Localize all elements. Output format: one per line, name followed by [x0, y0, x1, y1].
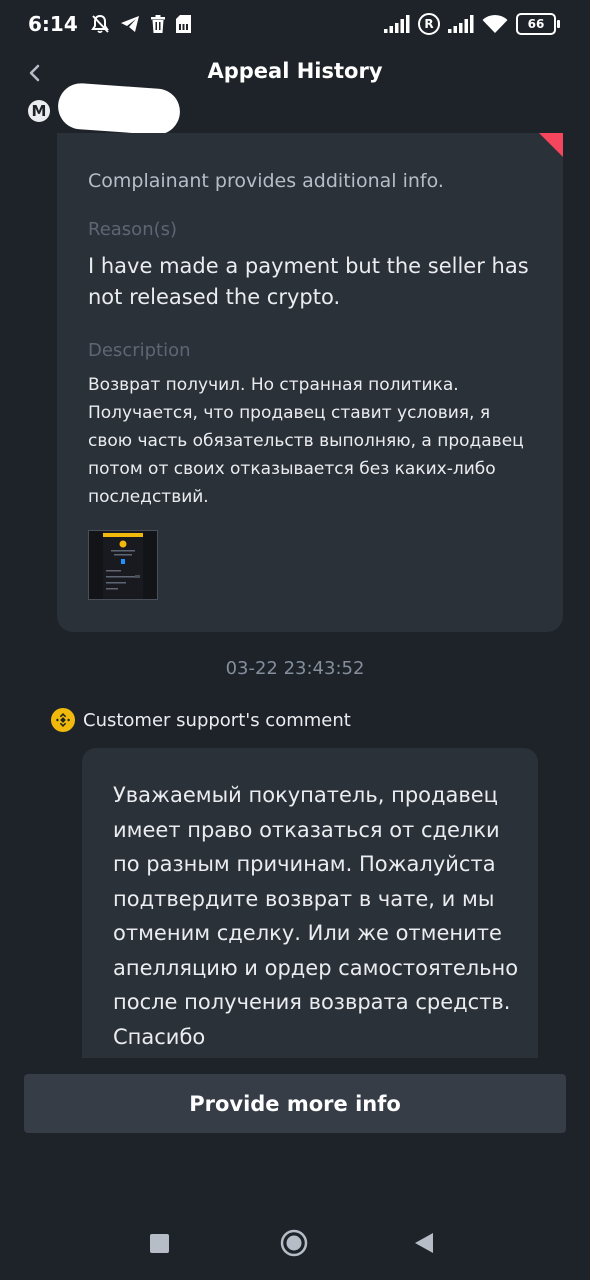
avatar: M	[28, 100, 50, 122]
status-right-icons: R 66	[384, 13, 560, 35]
sd-card-icon	[176, 15, 191, 33]
battery-icon: 66	[516, 13, 560, 35]
binance-logo-icon	[51, 708, 75, 732]
support-comment-bubble: Уважаемый покупатель, продавец имеет пра…	[82, 748, 538, 1058]
trash-icon	[151, 15, 165, 33]
support-label-row: Customer support's comment	[51, 708, 351, 732]
telegram-icon	[121, 16, 139, 32]
redacted-name	[56, 81, 182, 137]
support-comment-text: Уважаемый покупатель, продавец имеет пра…	[113, 783, 519, 1049]
support-comment-label: Customer support's comment	[83, 709, 351, 731]
status-time: 6:14	[28, 12, 78, 36]
system-nav-bar	[0, 1210, 590, 1280]
attachment-thumbnail[interactable]	[88, 530, 158, 600]
status-bar: 6:14 R 66	[0, 0, 590, 50]
signal-icon	[448, 15, 474, 33]
home-circle-icon	[280, 1229, 308, 1257]
complaint-card: Complainant provides additional info. Re…	[57, 133, 563, 632]
nav-back-button[interactable]	[414, 1232, 434, 1258]
timestamp: 03-22 23:43:52	[225, 658, 365, 679]
complaint-heading: Complainant provides additional info.	[88, 170, 444, 192]
wifi-icon	[482, 14, 508, 33]
back-triangle-icon	[415, 1233, 433, 1253]
provide-more-info-button[interactable]: Provide more info	[24, 1074, 566, 1133]
description-label: Description	[88, 340, 191, 361]
recents-button[interactable]	[150, 1234, 169, 1257]
reason-text: I have made a payment but the seller has…	[88, 254, 529, 309]
status-left-icons	[90, 14, 191, 34]
r-indicator-icon: R	[418, 13, 440, 35]
corner-flag	[539, 133, 563, 157]
signal-icon	[384, 15, 410, 33]
page-title: Appeal History	[207, 59, 383, 83]
home-button[interactable]	[280, 1229, 308, 1261]
description-text: Возврат получил. Но странная политика. П…	[88, 375, 524, 507]
notifications-off-icon	[91, 14, 109, 34]
reason-label: Reason(s)	[88, 219, 178, 240]
sender-row: M	[28, 81, 182, 137]
screenshot-preview-icon	[103, 531, 143, 599]
recents-square-icon	[150, 1234, 169, 1253]
